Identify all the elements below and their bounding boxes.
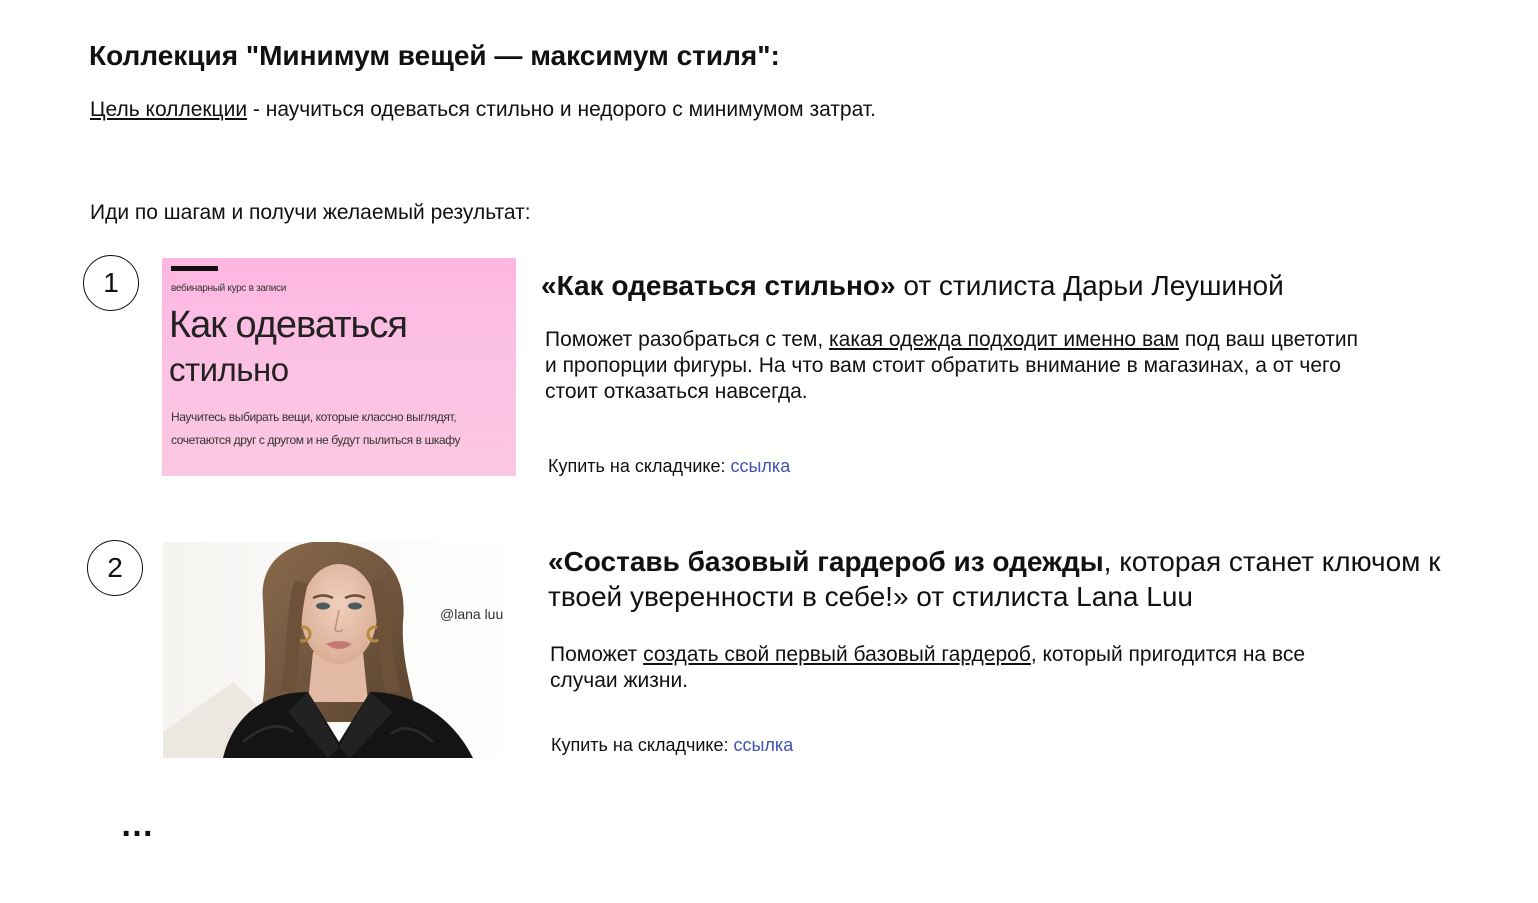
- course-title-2: «Составь базовый гардероб из одежды: [548, 546, 1104, 577]
- steps-intro: Иди по шагам и получи желаемый результат…: [90, 201, 531, 224]
- buy-label: Купить на складчике:: [548, 456, 731, 476]
- goal-text: - научиться одеваться стильно и недорого…: [247, 98, 876, 121]
- course-banner-image-1[interactable]: вебинарный курс в записи Как одеваться с…: [162, 258, 516, 476]
- more-ellipsis: …: [120, 806, 155, 844]
- banner-accent-bar: [171, 266, 218, 271]
- course-heading-2: «Составь базовый гардероб из одежды, кот…: [548, 544, 1448, 614]
- course-heading-1: «Как одеваться стильно» от стилиста Дарь…: [541, 268, 1284, 303]
- buy-line-1: Купить на складчике: ссылка: [548, 456, 790, 477]
- photo-watermark: @lana luu: [440, 606, 504, 622]
- course-description-2: Поможет создать свой первый базовый гард…: [550, 642, 1370, 694]
- step-number-label: 1: [103, 267, 119, 298]
- stylist-portrait: [163, 542, 513, 758]
- step-number-label: 2: [107, 552, 123, 583]
- course-title-1: «Как одеваться стильно»: [541, 270, 896, 301]
- course-photo-image-2[interactable]: @lana luu: [163, 542, 513, 758]
- desc-text: Поможет разобраться с тем,: [545, 328, 830, 351]
- desc-text: Поможет: [550, 643, 644, 666]
- desc-highlight: создать свой первый базовый гардероб: [643, 643, 1031, 666]
- step-number-1: 1: [83, 255, 139, 311]
- buy-label: Купить на складчике:: [551, 735, 734, 755]
- buy-link-1[interactable]: ссылка: [730, 456, 790, 476]
- buy-line-2: Купить на складчике: ссылка: [551, 735, 793, 756]
- banner-caption: Научитесь выбирать вещи, которые классно…: [171, 410, 461, 447]
- course-author-1: от стилиста Дарьи Леушиной: [895, 270, 1284, 301]
- buy-link-2[interactable]: ссылка: [733, 735, 793, 755]
- collection-goal: Цель коллекции - научиться одеваться сти…: [90, 98, 876, 122]
- page-title: Коллекция "Минимум вещей — максимум стил…: [89, 40, 780, 71]
- goal-label: Цель коллекции: [90, 98, 248, 121]
- step-number-2: 2: [87, 540, 143, 596]
- desc-highlight: какая одежда подходит именно вам: [829, 328, 1179, 351]
- banner-title-line1: Как одеваться: [169, 304, 408, 346]
- banner-title-line2: стильно: [169, 351, 289, 388]
- course-description-1: Поможет разобраться с тем, какая одежда …: [545, 327, 1365, 405]
- banner-kicker: вебинарный курс в записи: [171, 283, 287, 294]
